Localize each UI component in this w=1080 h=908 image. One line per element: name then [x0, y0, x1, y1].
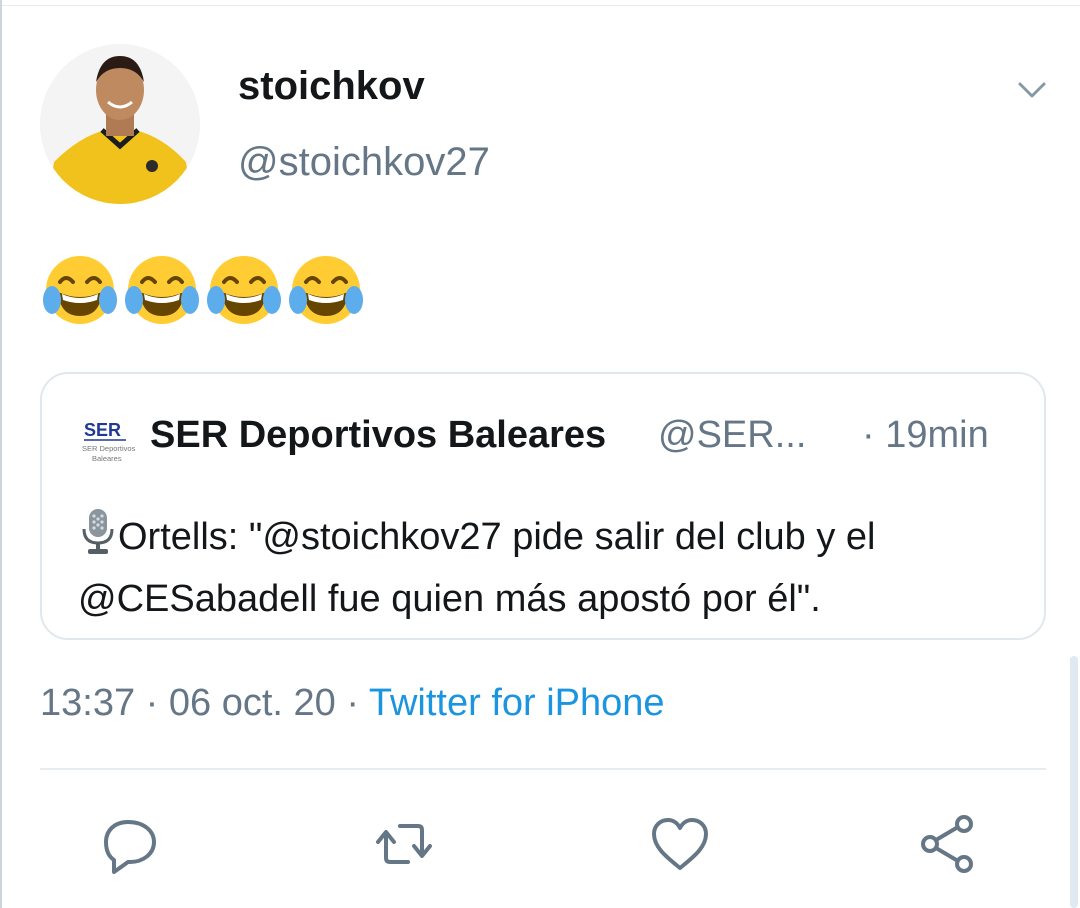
retweet-icon [376, 824, 432, 864]
tweet-detail: stoichkov @stoichkov27 SER SER Deportivo… [0, 0, 1080, 908]
face-with-tears-of-joy-icon [289, 256, 363, 324]
tweet-source-link[interactable]: Twitter for iPhone [369, 682, 665, 724]
scrollbar[interactable] [1070, 656, 1078, 908]
tweet-meta: 13:37 · 06 oct. 20 · Twitter for iPhone [40, 682, 665, 725]
svg-text:SER Deportivos: SER Deportivos [82, 444, 136, 453]
quoted-handle: @SER... [658, 414, 807, 456]
quoted-display-name: SER Deportivos Baleares [150, 414, 607, 456]
like-button[interactable] [648, 812, 712, 876]
share-icon [921, 815, 973, 873]
avatar[interactable] [40, 44, 200, 204]
actions-divider [40, 768, 1046, 770]
reply-button[interactable] [98, 812, 162, 876]
face-with-tears-of-joy-icon [43, 256, 117, 324]
face-with-tears-of-joy-icon [207, 256, 281, 324]
retweet-button[interactable] [372, 812, 436, 876]
microphone-icon [82, 509, 114, 554]
tweet-text [42, 252, 364, 328]
svg-text:Baleares: Baleares [92, 454, 122, 463]
share-button[interactable] [916, 812, 980, 876]
tweet-date: 06 oct. 20 [168, 682, 336, 724]
ser-logo: SER SER Deportivos Baleares [80, 418, 142, 464]
meta-separator: · [135, 682, 169, 724]
quoted-tweet-text: Ortells: "@stoichkov27 pide salir del cl… [78, 506, 1028, 630]
tweet-time: 13:37 [40, 682, 136, 724]
quoted-tweet-card[interactable]: SER SER Deportivos Baleares SER Deportiv… [40, 372, 1046, 640]
quoted-text-body: Ortells: "@stoichkov27 pide salir del cl… [78, 516, 876, 620]
quoted-timestamp: · 19min [862, 414, 989, 456]
top-divider [2, 0, 1080, 6]
face-with-tears-of-joy-icon [125, 256, 199, 324]
user-handle[interactable]: @stoichkov27 [238, 140, 490, 185]
svg-text:SER: SER [84, 420, 121, 440]
chevron-down-icon[interactable] [1012, 70, 1052, 110]
reply-icon [104, 820, 156, 874]
meta-separator: · [335, 682, 369, 724]
display-name[interactable]: stoichkov [238, 64, 425, 109]
heart-icon [652, 818, 708, 870]
